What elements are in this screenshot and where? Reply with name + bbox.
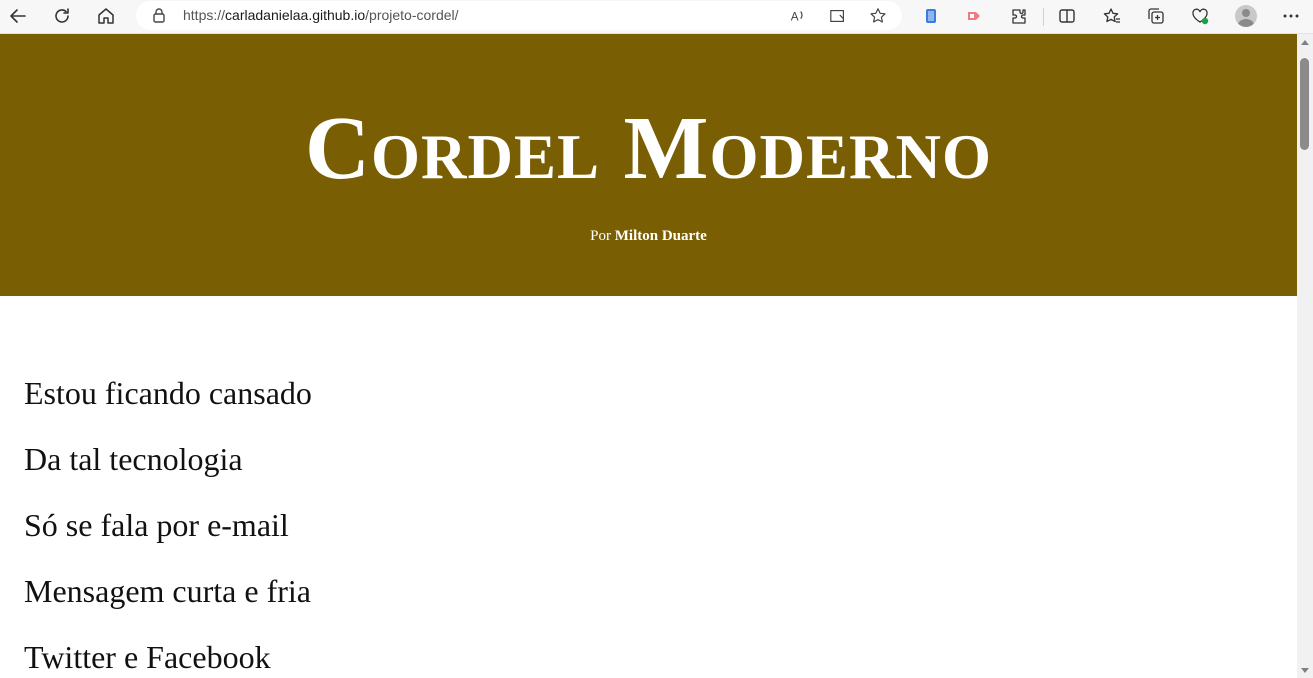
url-text[interactable]: https://carladanielaa.github.io/projeto-… <box>183 7 459 23</box>
profile-avatar[interactable] <box>1235 5 1257 27</box>
scroll-down-arrow-icon[interactable] <box>1301 668 1309 673</box>
byline: Por Milton Duarte <box>0 228 1297 245</box>
favorite-star-icon[interactable] <box>867 5 889 27</box>
extension-red-icon[interactable] <box>960 3 988 29</box>
browser-toolbar: https://carladanielaa.github.io/projeto-… <box>0 0 1313 34</box>
vertical-scrollbar[interactable] <box>1297 34 1313 678</box>
favorites-icon[interactable] <box>1098 3 1126 29</box>
collections-icon[interactable] <box>1142 3 1170 29</box>
refresh-icon[interactable] <box>48 3 76 29</box>
extensions-icon[interactable] <box>1005 3 1033 29</box>
url-host: carladanielaa.github.io <box>225 7 366 23</box>
poem-line: Estou ficando cansado <box>24 375 312 411</box>
address-bar[interactable]: https://carladanielaa.github.io/projeto-… <box>136 1 902 30</box>
page-title: Cordel Moderno <box>305 99 992 198</box>
page-viewport: Cordel Moderno Por Milton Duarte Estou f… <box>0 34 1297 678</box>
home-icon[interactable] <box>92 3 120 29</box>
poem-line: Da tal tecnologia <box>24 441 243 477</box>
browser-essentials-icon[interactable] <box>1186 3 1214 29</box>
byline-prefix: Por <box>590 228 611 244</box>
header-banner: Cordel Moderno Por Milton Duarte <box>0 34 1297 296</box>
scroll-up-arrow-icon[interactable] <box>1301 40 1309 45</box>
poem-line: Só se fala por e-mail <box>24 507 289 543</box>
url-scheme: https:// <box>183 7 226 23</box>
poem-line: Mensagem curta e fria <box>24 573 311 609</box>
scrollbar-thumb[interactable] <box>1300 58 1309 150</box>
immersive-reader-icon[interactable] <box>827 5 849 27</box>
poem-line: Twitter e Facebook <box>24 639 271 675</box>
read-aloud-icon[interactable]: A <box>787 5 809 27</box>
svg-text:A: A <box>791 11 799 24</box>
poem: Estou ficando cansado Da tal tecnologia … <box>24 372 312 678</box>
author-name: Milton Duarte <box>614 228 707 244</box>
lock-icon[interactable] <box>150 6 168 24</box>
avatar-body <box>1238 19 1254 27</box>
extension-blue-icon[interactable] <box>917 3 945 29</box>
back-icon[interactable] <box>4 3 32 29</box>
avatar-head <box>1242 9 1250 17</box>
toolbar-divider <box>1043 8 1044 26</box>
url-path: /projeto-cordel/ <box>365 7 459 23</box>
split-screen-icon[interactable] <box>1053 3 1081 29</box>
more-icon[interactable] <box>1277 3 1305 29</box>
